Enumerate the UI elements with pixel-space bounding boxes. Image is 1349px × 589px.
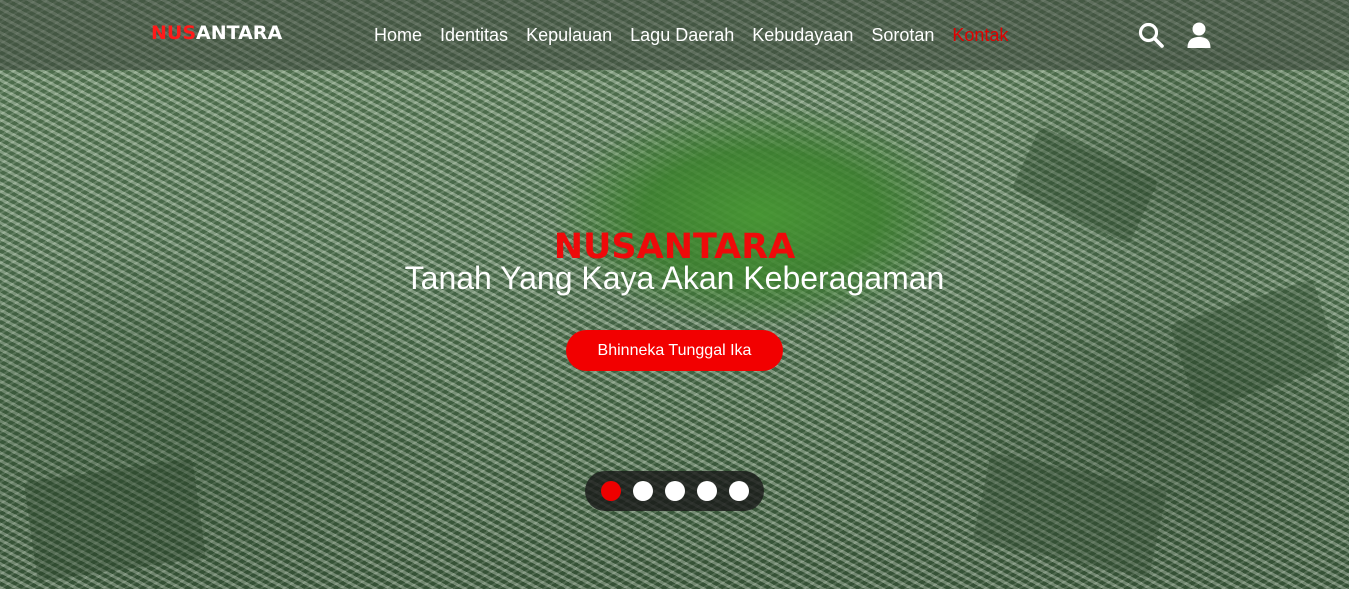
navbar: NUSANTARA Home Identitas Kepulauan Lagu … bbox=[0, 0, 1349, 70]
nav-item-home[interactable]: Home bbox=[374, 24, 422, 46]
logo-part-white: ANTARA bbox=[196, 22, 283, 44]
site-logo[interactable]: NUSANTARA bbox=[151, 21, 282, 45]
nav-item-identitas[interactable]: Identitas bbox=[440, 24, 508, 46]
hero-subtitle: Tanah Yang Kaya Akan Keberagaman bbox=[404, 260, 945, 296]
nav-menu: Home Identitas Kepulauan Lagu Daerah Keb… bbox=[374, 24, 1008, 46]
carousel-dot-5[interactable] bbox=[728, 481, 749, 501]
carousel-dot-3[interactable] bbox=[664, 481, 685, 501]
carousel-indicators bbox=[585, 471, 764, 511]
nav-item-kontak[interactable]: Kontak bbox=[952, 24, 1008, 46]
carousel-dot-1[interactable] bbox=[600, 481, 621, 501]
user-icon[interactable] bbox=[1185, 21, 1213, 49]
bhinneka-button[interactable]: Bhinneka Tunggal Ika bbox=[566, 330, 783, 371]
search-icon[interactable] bbox=[1137, 21, 1165, 49]
carousel-dot-2[interactable] bbox=[632, 481, 653, 501]
nav-item-kebudayaan[interactable]: Kebudayaan bbox=[752, 24, 853, 46]
nav-item-lagu-daerah[interactable]: Lagu Daerah bbox=[630, 24, 734, 46]
nav-item-kepulauan[interactable]: Kepulauan bbox=[526, 24, 612, 46]
logo-part-red: NUS bbox=[151, 22, 197, 44]
nav-icons bbox=[1137, 21, 1213, 49]
page: NUSANTARA Home Identitas Kepulauan Lagu … bbox=[0, 0, 1349, 589]
carousel-dot-4[interactable] bbox=[696, 481, 717, 501]
nav-item-sorotan[interactable]: Sorotan bbox=[871, 24, 934, 46]
